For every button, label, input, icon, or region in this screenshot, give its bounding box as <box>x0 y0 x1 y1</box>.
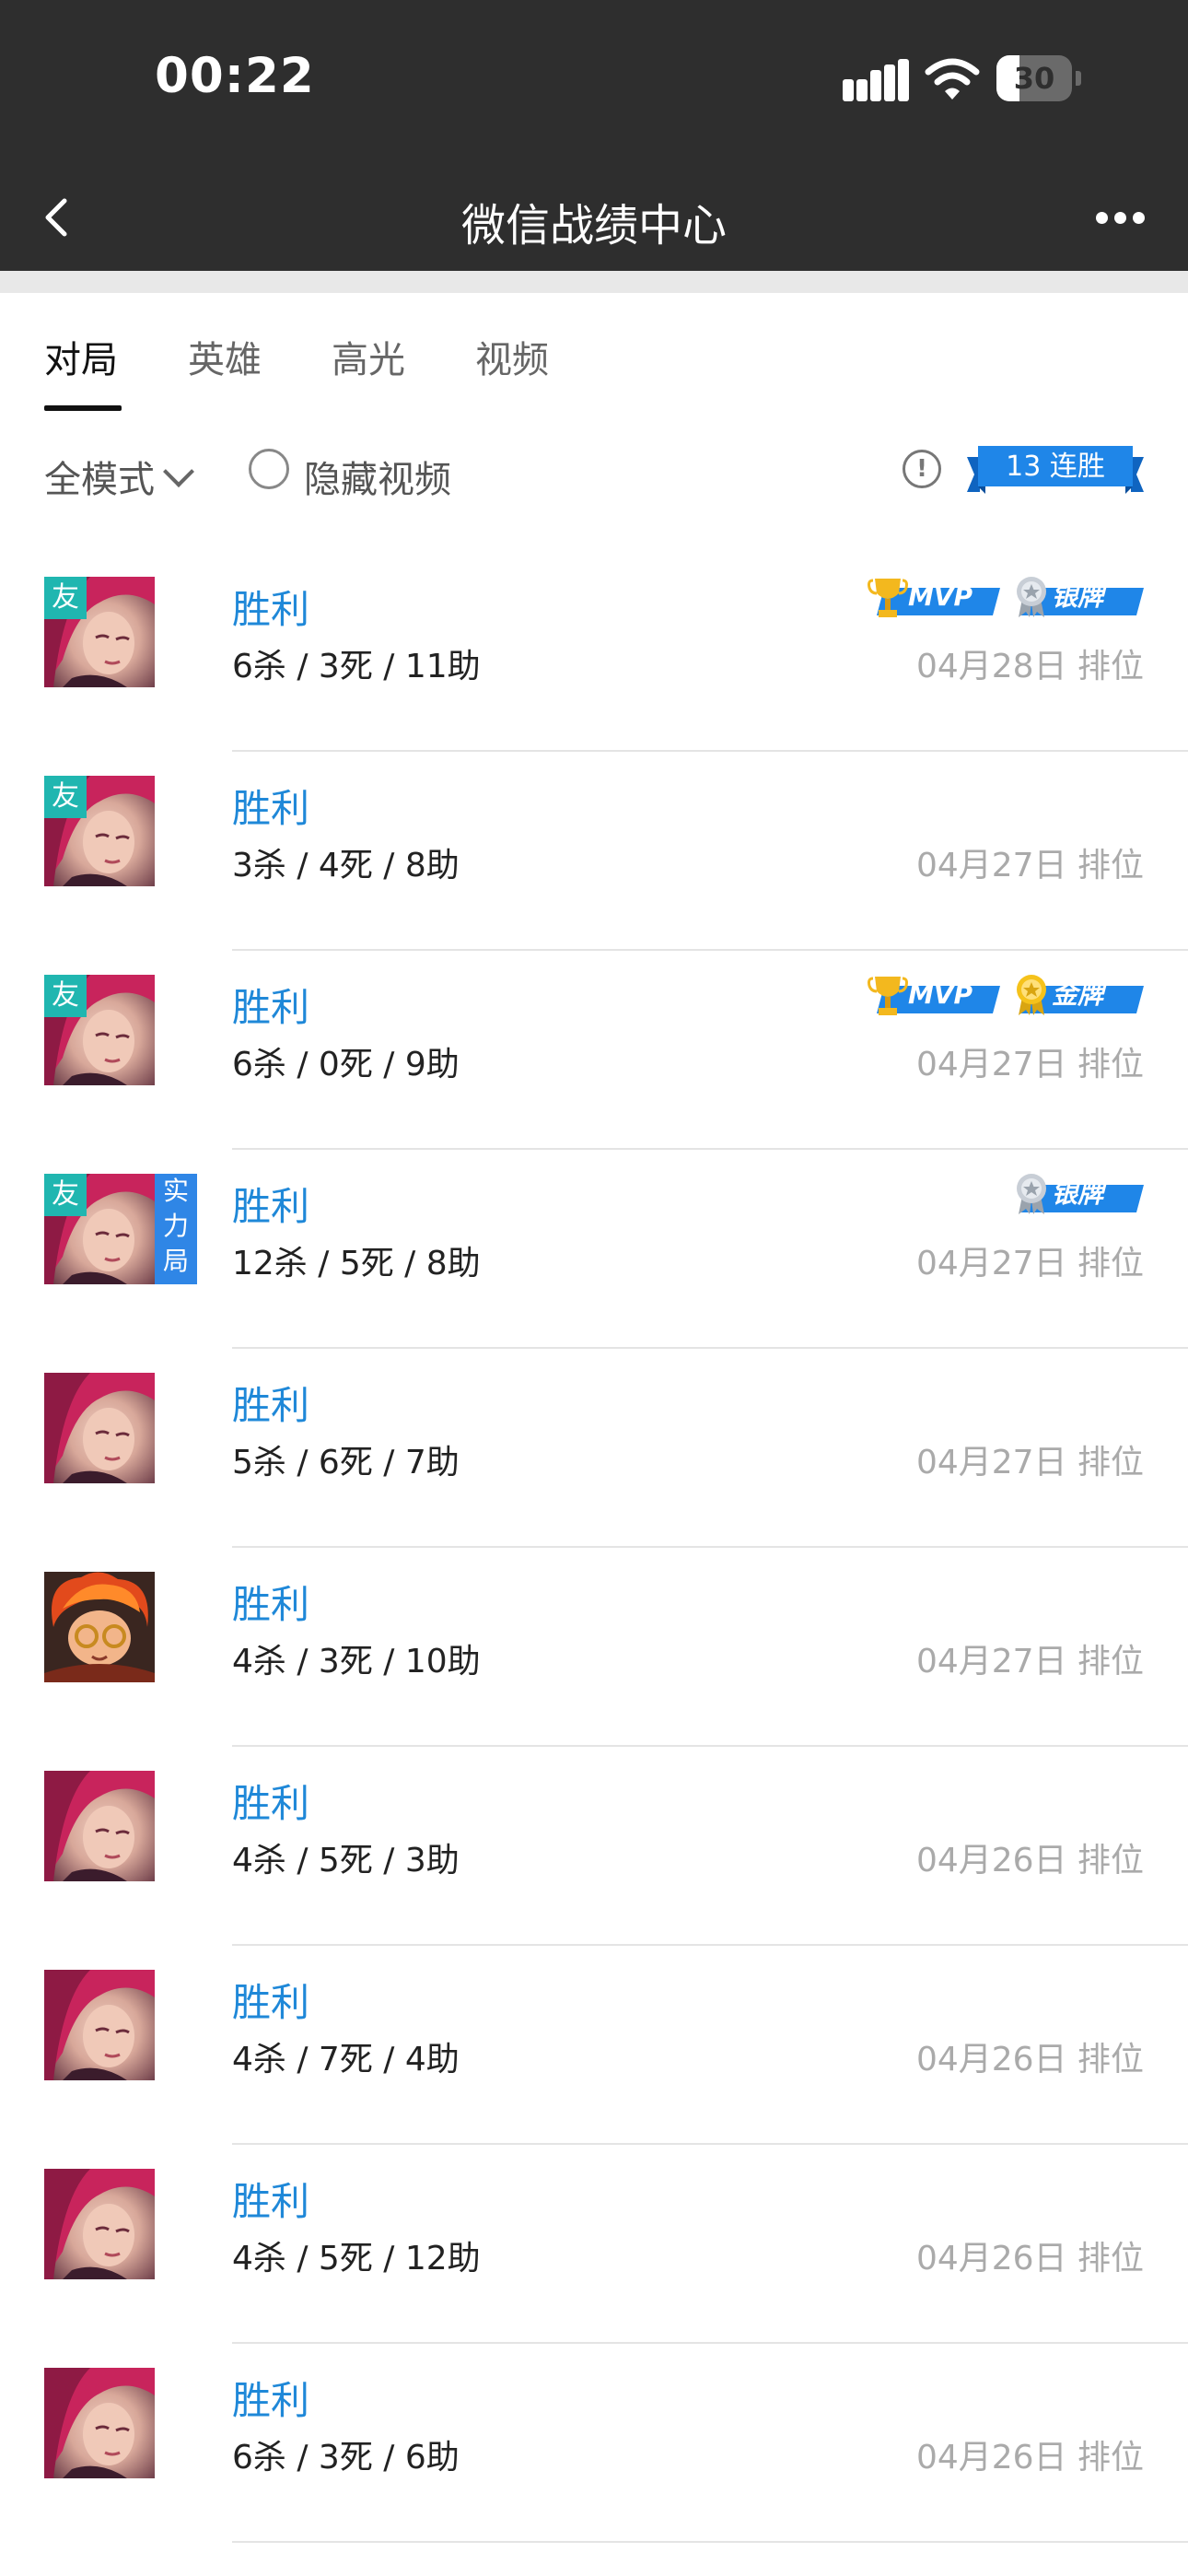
hide-video-label[interactable]: 隐藏视频 <box>304 450 451 503</box>
match-date-mode: 04月26日 排位 <box>915 2439 1144 2476</box>
match-row[interactable]: 胜利 6杀 / 3死 / 6助 04月26日 排位 <box>0 2344 1188 2543</box>
hero-avatar: 友 <box>44 975 155 1085</box>
hero-avatar: 友 <box>44 776 155 886</box>
page-title: 微信战绩中心 <box>460 200 727 252</box>
match-date-mode: 04月28日 排位 <box>915 648 1144 685</box>
match-row[interactable]: 胜利 4杀 / 7死 / 4助 04月26日 排位 <box>0 1946 1188 2145</box>
match-date-mode: 04月27日 排位 <box>915 847 1144 884</box>
match-row[interactable]: 胜利 5杀 / 6死 / 7助 04月27日 排位 <box>0 1349 1188 1548</box>
match-result: 胜利 <box>232 786 310 831</box>
match-kda: 4杀 / 3死 / 10助 <box>232 1643 481 1680</box>
battery-icon: 30 <box>996 55 1081 101</box>
match-row[interactable]: 友 实力局胜利 12杀 / 5死 / 8助 04月27日 排位 银牌 <box>0 1150 1188 1349</box>
badge-label: MVP <box>908 581 973 612</box>
match-row[interactable]: 胜利 4杀 / 5死 / 3助 04月26日 排位 <box>0 1747 1188 1946</box>
mvp-badge: MVP <box>868 973 1000 1017</box>
match-row[interactable]: 友 胜利 3杀 / 4死 / 8助 04月27日 排位 <box>0 752 1188 951</box>
mode-filter-label: 全模式 <box>44 459 155 501</box>
match-date-mode: 04月27日 排位 <box>915 1245 1144 1282</box>
mode-filter-dropdown[interactable]: 全模式 <box>44 450 194 503</box>
win-streak-label: 13 连胜 <box>1006 451 1105 483</box>
hero-avatar: 友 <box>44 577 155 687</box>
match-row[interactable]: 友 胜利 6杀 / 0死 / 9助 04月27日 排位 MVP 金牌 <box>0 951 1188 1150</box>
more-options-button[interactable] <box>1096 206 1147 228</box>
cellular-signal-icon <box>843 59 911 101</box>
hero-avatar <box>44 1373 155 1483</box>
silver-badge: 银牌 <box>1011 575 1144 619</box>
match-date-mode: 04月26日 排位 <box>915 2240 1144 2277</box>
hero-avatar <box>44 2368 155 2478</box>
gold-badge: 金牌 <box>1011 973 1144 1017</box>
match-result: 胜利 <box>232 2378 310 2423</box>
friend-tag: 友 <box>44 776 87 818</box>
badge-label: 银牌 <box>1052 1178 1104 1209</box>
badge-label: MVP <box>908 979 973 1010</box>
match-kda: 4杀 / 5死 / 3助 <box>232 1842 460 1879</box>
power-match-tag: 实力局 <box>155 1174 197 1284</box>
match-kda: 5杀 / 6死 / 7助 <box>232 1444 460 1481</box>
match-row[interactable]: 胜利 4杀 / 3死 / 10助 04月27日 排位 <box>0 1548 1188 1747</box>
friend-tag: 友 <box>44 1174 87 1216</box>
match-row[interactable]: 友 胜利 6杀 / 3死 / 11助 04月28日 排位 MVP 银牌 <box>0 553 1188 752</box>
top-bar: 00:22 30 微信战绩中心 <box>0 0 1188 271</box>
match-result: 胜利 <box>232 1184 310 1229</box>
status-time: 00:22 <box>155 48 315 104</box>
hero-avatar <box>44 1771 155 1881</box>
match-row[interactable]: 胜利 4杀 / 5死 / 12助 04月26日 排位 <box>0 2145 1188 2344</box>
hide-video-radio[interactable] <box>249 449 289 489</box>
win-streak-ribbon: 13 连胜 <box>967 439 1144 503</box>
tab-heroes[interactable]: 英雄 <box>188 330 262 383</box>
hero-avatar <box>44 2169 155 2279</box>
match-result: 胜利 <box>232 1383 310 1428</box>
match-result: 胜利 <box>232 1781 310 1826</box>
match-result: 胜利 <box>232 1582 310 1627</box>
tab-highlights[interactable]: 高光 <box>332 330 405 383</box>
tab-matches[interactable]: 对局 <box>44 330 118 383</box>
friend-tag: 友 <box>44 975 87 1017</box>
match-kda: 6杀 / 3死 / 11助 <box>232 648 481 685</box>
info-icon[interactable]: ! <box>903 450 941 488</box>
active-tab-indicator <box>44 405 122 411</box>
match-result: 胜利 <box>232 587 310 632</box>
wifi-icon <box>925 58 980 100</box>
match-kda: 6杀 / 0死 / 9助 <box>232 1046 460 1083</box>
match-result: 胜利 <box>232 2179 310 2224</box>
match-kda: 12杀 / 5死 / 8助 <box>232 1245 481 1282</box>
match-date-mode: 04月27日 排位 <box>915 1046 1144 1083</box>
mvp-badge: MVP <box>868 575 1000 619</box>
match-date-mode: 04月26日 排位 <box>915 2041 1144 2078</box>
header-divider <box>0 271 1188 293</box>
match-kda: 3杀 / 4死 / 8助 <box>232 847 460 884</box>
silver-badge: 银牌 <box>1011 1172 1144 1216</box>
row-divider <box>232 2541 1188 2543</box>
tab-videos[interactable]: 视频 <box>475 330 549 383</box>
match-kda: 6杀 / 3死 / 6助 <box>232 2439 460 2476</box>
badge-label: 金牌 <box>1052 979 1104 1010</box>
friend-tag: 友 <box>44 577 87 619</box>
match-result: 胜利 <box>232 1980 310 2025</box>
battery-level: 30 <box>1013 61 1055 96</box>
match-date-mode: 04月26日 排位 <box>915 1842 1144 1879</box>
match-date-mode: 04月27日 排位 <box>915 1643 1144 1680</box>
match-kda: 4杀 / 5死 / 12助 <box>232 2240 481 2277</box>
match-date-mode: 04月27日 排位 <box>915 1444 1144 1481</box>
hero-avatar <box>44 1572 155 1682</box>
hero-avatar <box>44 1970 155 2080</box>
match-result: 胜利 <box>232 985 310 1030</box>
badge-label: 银牌 <box>1052 581 1104 612</box>
hero-avatar: 友 <box>44 1174 155 1284</box>
chevron-down-icon <box>163 456 194 487</box>
match-kda: 4杀 / 7死 / 4助 <box>232 2041 460 2078</box>
